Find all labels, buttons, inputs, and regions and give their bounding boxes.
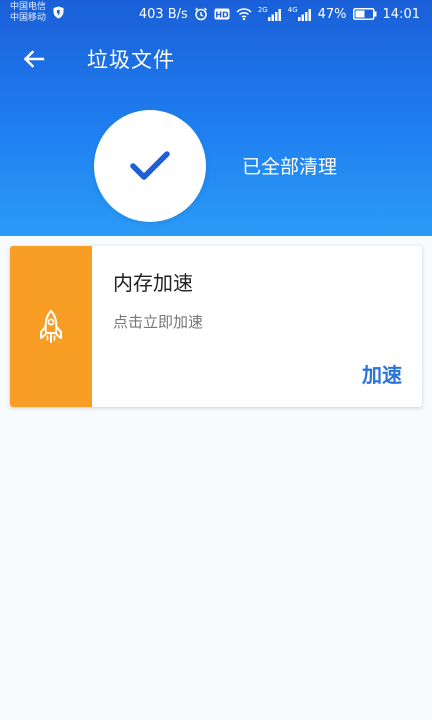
screen: 中国电信 中国移动 403 B/s HD 2G 4G 47% 14:01 垃圾文…	[0, 0, 432, 720]
battery-icon	[352, 8, 377, 20]
clock: 14:01	[382, 6, 420, 22]
cleaned-status-text: 已全部清理	[242, 156, 338, 178]
carrier-info: 中国电信 中国移动	[10, 2, 46, 24]
signal-1: 2G	[258, 7, 282, 21]
wifi-icon	[236, 8, 252, 21]
checkmark-icon	[130, 151, 170, 180]
cleaned-status-circle	[94, 110, 206, 222]
header-banner: 中国电信 中国移动 403 B/s HD 2G 4G 47% 14:01 垃圾文…	[0, 0, 432, 236]
battery-percent: 47%	[317, 6, 347, 22]
status-icons: 403 B/s HD 2G 4G 47% 14:01	[139, 5, 420, 23]
rocket-icon	[40, 309, 62, 343]
signal-icon	[267, 9, 281, 21]
card-subtitle: 点击立即加速	[113, 313, 204, 331]
memory-boost-card[interactable]: 内存加速 点击立即加速 加速	[10, 246, 422, 407]
card-title: 内存加速	[113, 271, 193, 295]
network-speed: 403 B/s	[138, 6, 188, 22]
hd-icon: HD	[214, 8, 230, 20]
back-button[interactable]	[18, 43, 50, 75]
carrier-1: 中国电信	[10, 2, 47, 12]
shield-icon	[53, 6, 64, 19]
signal-2: 4G	[288, 7, 312, 21]
arrow-left-icon	[23, 50, 45, 68]
page-title: 垃圾文件	[87, 48, 175, 72]
alarm-icon	[194, 7, 207, 21]
status-bar: 中国电信 中国移动 403 B/s HD 2G 4G 47% 14:01	[0, 0, 432, 28]
card-accent-panel	[10, 246, 92, 407]
signal-2-label: 4G	[287, 6, 298, 14]
signal-icon	[297, 9, 311, 21]
svg-text:HD: HD	[215, 11, 229, 20]
carrier-2: 中国移动	[10, 13, 47, 23]
boost-button[interactable]: 加速	[362, 359, 402, 388]
signal-1-label: 2G	[257, 6, 268, 14]
